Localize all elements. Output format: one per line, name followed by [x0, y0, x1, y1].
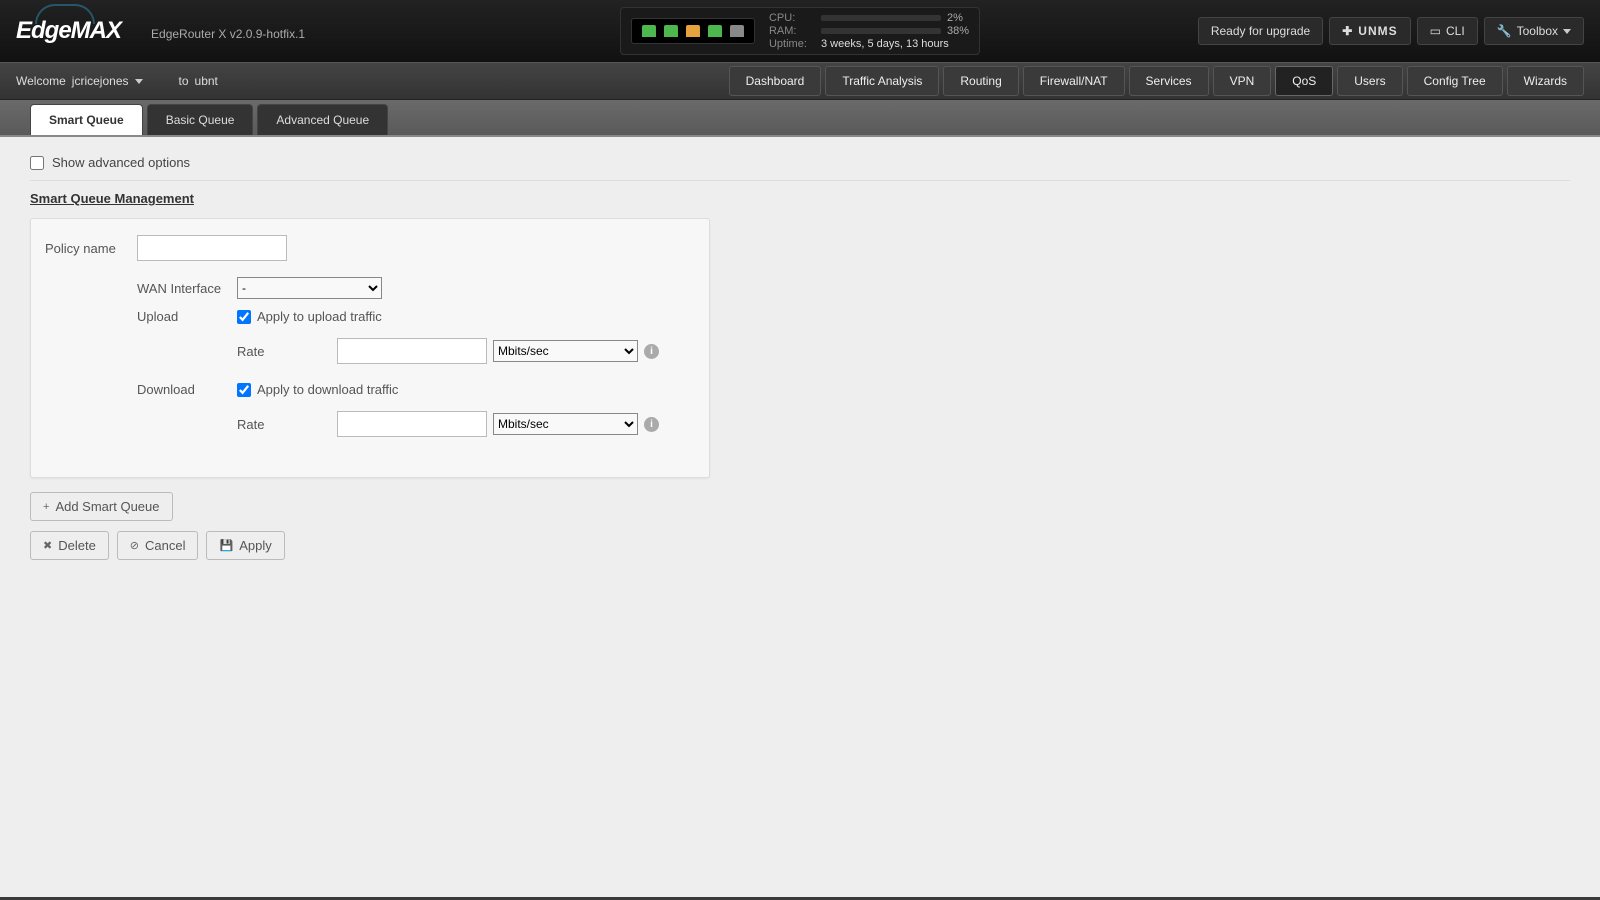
cpu-value: 2%	[947, 12, 963, 24]
unms-label: UNMS	[1358, 24, 1397, 38]
tab-basic-queue[interactable]: Basic Queue	[147, 104, 254, 135]
close-icon: ✖	[43, 539, 52, 552]
apply-button[interactable]: 💾 Apply	[206, 531, 284, 560]
nav-users[interactable]: Users	[1337, 66, 1402, 96]
nav-firewall-nat[interactable]: Firewall/NAT	[1023, 66, 1125, 96]
port-icon	[686, 25, 700, 37]
top-bar: EdgeMAX EdgeRouter X v2.0.9-hotfix.1 CPU…	[0, 0, 1600, 62]
welcome-user: jcricejones	[72, 74, 129, 88]
cancel-icon: ⊘	[130, 539, 139, 552]
download-rate-unit-select[interactable]: Mbits/sec	[493, 413, 638, 435]
upload-apply-checkbox[interactable]	[237, 310, 251, 324]
show-advanced-row[interactable]: Show advanced options	[30, 151, 1570, 181]
plus-icon: ✚	[1342, 24, 1353, 38]
wrench-icon: 🔧	[1497, 24, 1512, 38]
upload-rate-unit-select[interactable]: Mbits/sec	[493, 340, 638, 362]
unms-button[interactable]: ✚ UNMS	[1329, 17, 1410, 45]
terminal-icon: ▭	[1430, 24, 1441, 38]
cli-label: CLI	[1446, 24, 1465, 38]
show-advanced-checkbox[interactable]	[30, 156, 44, 170]
port-icon	[642, 25, 656, 37]
wan-interface-label: WAN Interface	[137, 281, 237, 296]
save-icon: 💾	[219, 539, 233, 552]
cancel-button[interactable]: ⊘ Cancel	[117, 531, 199, 560]
port-icon	[730, 25, 744, 37]
show-advanced-label: Show advanced options	[52, 155, 190, 170]
section-title: Smart Queue Management	[30, 191, 1570, 206]
toolbox-button[interactable]: 🔧 Toolbox	[1484, 17, 1584, 45]
delete-button[interactable]: ✖ Delete	[30, 531, 109, 560]
main-nav: DashboardTraffic AnalysisRoutingFirewall…	[729, 66, 1584, 96]
nav-dashboard[interactable]: Dashboard	[729, 66, 822, 96]
ram-value: 38%	[947, 25, 969, 37]
device-name: EdgeRouter X v2.0.9-hotfix.1	[151, 27, 305, 41]
logo-arc-icon	[35, 4, 95, 24]
tab-advanced-queue[interactable]: Advanced Queue	[257, 104, 388, 135]
sub-bar: Welcome jcricejones to ubnt DashboardTra…	[0, 62, 1600, 100]
apply-label: Apply	[239, 538, 272, 553]
nav-traffic-analysis[interactable]: Traffic Analysis	[825, 66, 939, 96]
tab-smart-queue[interactable]: Smart Queue	[30, 104, 143, 135]
cli-button[interactable]: ▭ CLI	[1417, 17, 1478, 45]
download-label: Download	[137, 382, 237, 397]
welcome-to: to	[179, 74, 189, 88]
status-panel: CPU: 2% RAM: 38% Uptime: 3 weeks, 5 days…	[620, 7, 980, 55]
info-icon[interactable]: i	[644, 417, 659, 432]
welcome-prefix: Welcome	[16, 74, 66, 88]
upload-rate-input[interactable]	[337, 338, 487, 364]
chevron-down-icon	[135, 79, 143, 84]
download-rate-label: Rate	[237, 417, 337, 432]
ram-label: RAM:	[769, 25, 815, 37]
nav-wizards[interactable]: Wizards	[1507, 66, 1584, 96]
uptime-label: Uptime:	[769, 38, 815, 50]
smart-queue-form: Policy name WAN Interface - Upload Apply…	[30, 218, 710, 478]
info-icon[interactable]: i	[644, 344, 659, 359]
uptime-value: 3 weeks, 5 days, 13 hours	[821, 38, 949, 50]
nav-qos[interactable]: QoS	[1275, 66, 1333, 96]
nav-routing[interactable]: Routing	[943, 66, 1018, 96]
tab-bar: Smart QueueBasic QueueAdvanced Queue	[0, 100, 1600, 137]
add-smart-queue-button[interactable]: + Add Smart Queue	[30, 492, 173, 521]
upload-apply-label: Apply to upload traffic	[257, 309, 382, 324]
topbar-actions: Ready for upgrade ✚ UNMS ▭ CLI 🔧 Toolbox	[1198, 17, 1584, 45]
chevron-down-icon	[1563, 29, 1571, 34]
port-icon	[664, 25, 678, 37]
port-status-box	[631, 18, 755, 44]
port-icon	[708, 25, 722, 37]
cancel-label: Cancel	[145, 538, 185, 553]
upload-label: Upload	[137, 309, 237, 324]
plus-icon: +	[43, 501, 49, 513]
nav-services[interactable]: Services	[1129, 66, 1209, 96]
policy-name-input[interactable]	[137, 235, 287, 261]
welcome-host: ubnt	[195, 74, 218, 88]
upload-rate-label: Rate	[237, 344, 337, 359]
upgrade-button[interactable]: Ready for upgrade	[1198, 17, 1323, 45]
cpu-label: CPU:	[769, 12, 815, 24]
download-apply-checkbox[interactable]	[237, 383, 251, 397]
download-rate-input[interactable]	[337, 411, 487, 437]
policy-name-label: Policy name	[41, 241, 137, 256]
add-label: Add Smart Queue	[55, 499, 159, 514]
nav-config-tree[interactable]: Config Tree	[1407, 66, 1503, 96]
welcome-text[interactable]: Welcome jcricejones to ubnt	[16, 74, 218, 88]
toolbox-label: Toolbox	[1517, 24, 1558, 38]
download-apply-label: Apply to download traffic	[257, 382, 398, 397]
content-area: Show advanced options Smart Queue Manage…	[0, 137, 1600, 897]
stats-block: CPU: 2% RAM: 38% Uptime: 3 weeks, 5 days…	[769, 11, 969, 51]
delete-label: Delete	[58, 538, 96, 553]
wan-interface-select[interactable]: -	[237, 277, 382, 299]
nav-vpn[interactable]: VPN	[1213, 66, 1272, 96]
